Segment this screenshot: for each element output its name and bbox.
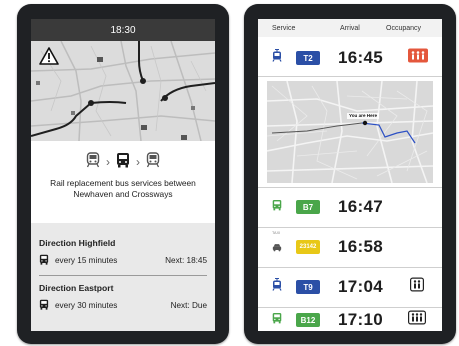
direction-row: every 30 minutes Next: Due [39,299,207,312]
tram-icon [272,49,282,68]
departure-row[interactable]: T9 17:04 [258,269,442,305]
line-badge: T2 [296,51,320,65]
bus-icon [39,254,49,267]
departure-row[interactable]: TAXI 23142 16:58 [258,229,442,265]
right-tablet-screen: Service Arrival Occupancy T2 16:45 You a… [258,19,442,331]
row-separator [258,187,442,188]
row-separator [258,307,442,308]
right-tablet-device: Service Arrival Occupancy T2 16:45 You a… [244,4,456,344]
train-icon [146,151,160,173]
arrival-time: 16:58 [338,237,383,256]
chevron-right-icon: › [136,155,140,169]
arrival-time: 16:47 [338,197,383,216]
service-notice: › › Rail replacement bus services betwee… [31,141,215,223]
direction-row: every 15 minutes Next: 18:45 [39,254,207,267]
row-separator [258,227,442,228]
taxi-icon: TAXI [272,231,282,257]
you-are-here-label: You are Here [349,113,377,118]
arrival-time: 17:10 [338,310,383,329]
taxi-label: TAXI [272,230,281,235]
left-tablet-screen: 18:30 › › Rail replacement bus services … [31,19,215,331]
bus-icon [39,299,49,312]
mode-change-icons: › › [31,151,215,173]
medium-occupancy-icon [410,277,425,297]
low-occupancy-icon [408,310,426,330]
departures-header: Service Arrival Occupancy [258,19,442,37]
train-icon [86,151,100,173]
frequency: every 15 minutes [55,256,118,265]
location-map[interactable]: You are Here [258,77,442,187]
row-separator [258,267,442,268]
departure-row[interactable]: T2 16:45 [258,40,442,76]
divider [39,275,207,276]
line-badge: T9 [296,280,320,294]
bus-icon [116,152,130,173]
departure-row[interactable]: B12 17:10 [258,309,442,331]
header-arrival: Arrival [340,24,360,32]
high-occupancy-icon [408,48,428,68]
notice-text: Rail replacement bus services between Ne… [50,178,196,199]
chevron-right-icon: › [106,155,110,169]
departure-row[interactable]: B7 16:47 [258,189,442,225]
line-badge: B12 [296,313,320,327]
direction-title: Direction Eastport [39,283,114,293]
bus-icon [272,311,282,329]
left-tablet-device: 18:30 › › Rail replacement bus services … [17,4,229,344]
warning-icon [39,47,59,65]
bus-icon [272,198,282,216]
direction-item[interactable]: Direction Highfield every 15 minutes Nex… [39,238,207,267]
status-bar: 18:30 [31,19,215,41]
direction-item[interactable]: Direction Eastport every 30 minutes Next… [39,283,207,312]
clock: 18:30 [110,24,136,36]
next-departure: Next: Due [170,301,207,310]
direction-title: Direction Highfield [39,238,116,248]
next-departure: Next: 18:45 [165,256,207,265]
header-occupancy: Occupancy [386,24,422,32]
frequency: every 30 minutes [55,301,118,310]
line-badge: B7 [296,200,320,214]
header-service: Service [272,24,296,32]
tram-icon [272,278,282,297]
line-badge: 23142 [296,240,320,254]
arrival-time: 17:04 [338,277,383,296]
arrival-time: 16:45 [338,48,383,67]
route-map[interactable] [31,41,215,141]
notice-message: Rail replacement bus services between Ne… [31,178,215,200]
